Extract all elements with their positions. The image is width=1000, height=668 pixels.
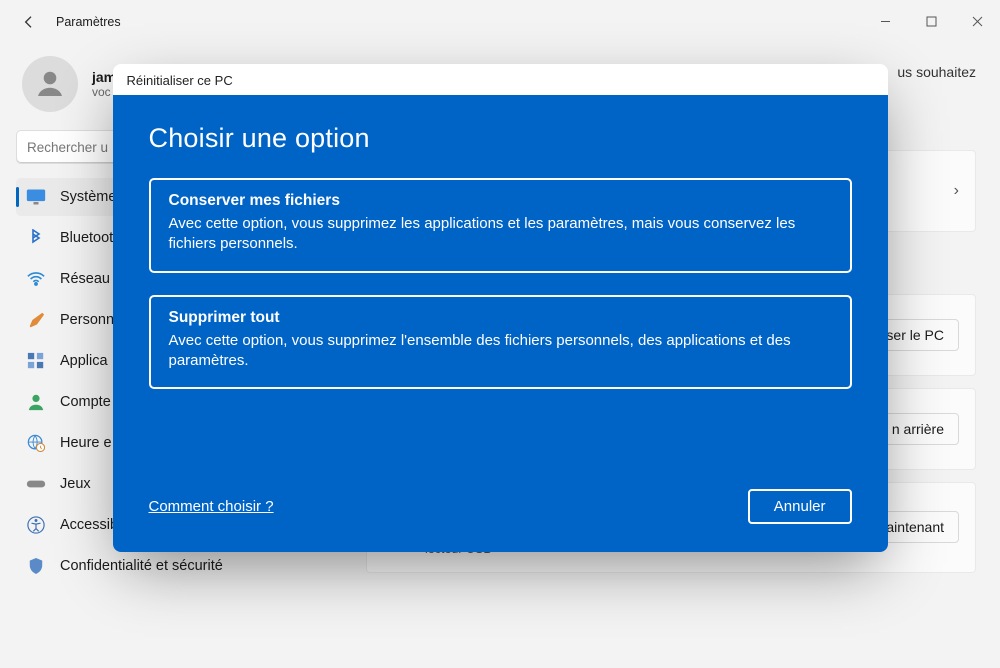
option-title: Conserver mes fichiers xyxy=(169,192,832,210)
dialog-overlay: Réinitialiser ce PC Choisir une option C… xyxy=(0,0,1000,668)
option-desc: Avec cette option, vous supprimez l'ense… xyxy=(169,331,832,372)
option-remove-all[interactable]: Supprimer tout Avec cette option, vous s… xyxy=(149,295,852,390)
help-link[interactable]: Comment choisir ? xyxy=(149,498,274,515)
reset-pc-dialog: Réinitialiser ce PC Choisir une option C… xyxy=(113,64,888,552)
cancel-button[interactable]: Annuler xyxy=(748,489,852,524)
option-title: Supprimer tout xyxy=(169,309,832,327)
dialog-header: Réinitialiser ce PC xyxy=(113,64,888,95)
option-desc: Avec cette option, vous supprimez les ap… xyxy=(169,214,832,255)
dialog-title: Choisir une option xyxy=(149,123,852,154)
option-keep-files[interactable]: Conserver mes fichiers Avec cette option… xyxy=(149,178,852,273)
